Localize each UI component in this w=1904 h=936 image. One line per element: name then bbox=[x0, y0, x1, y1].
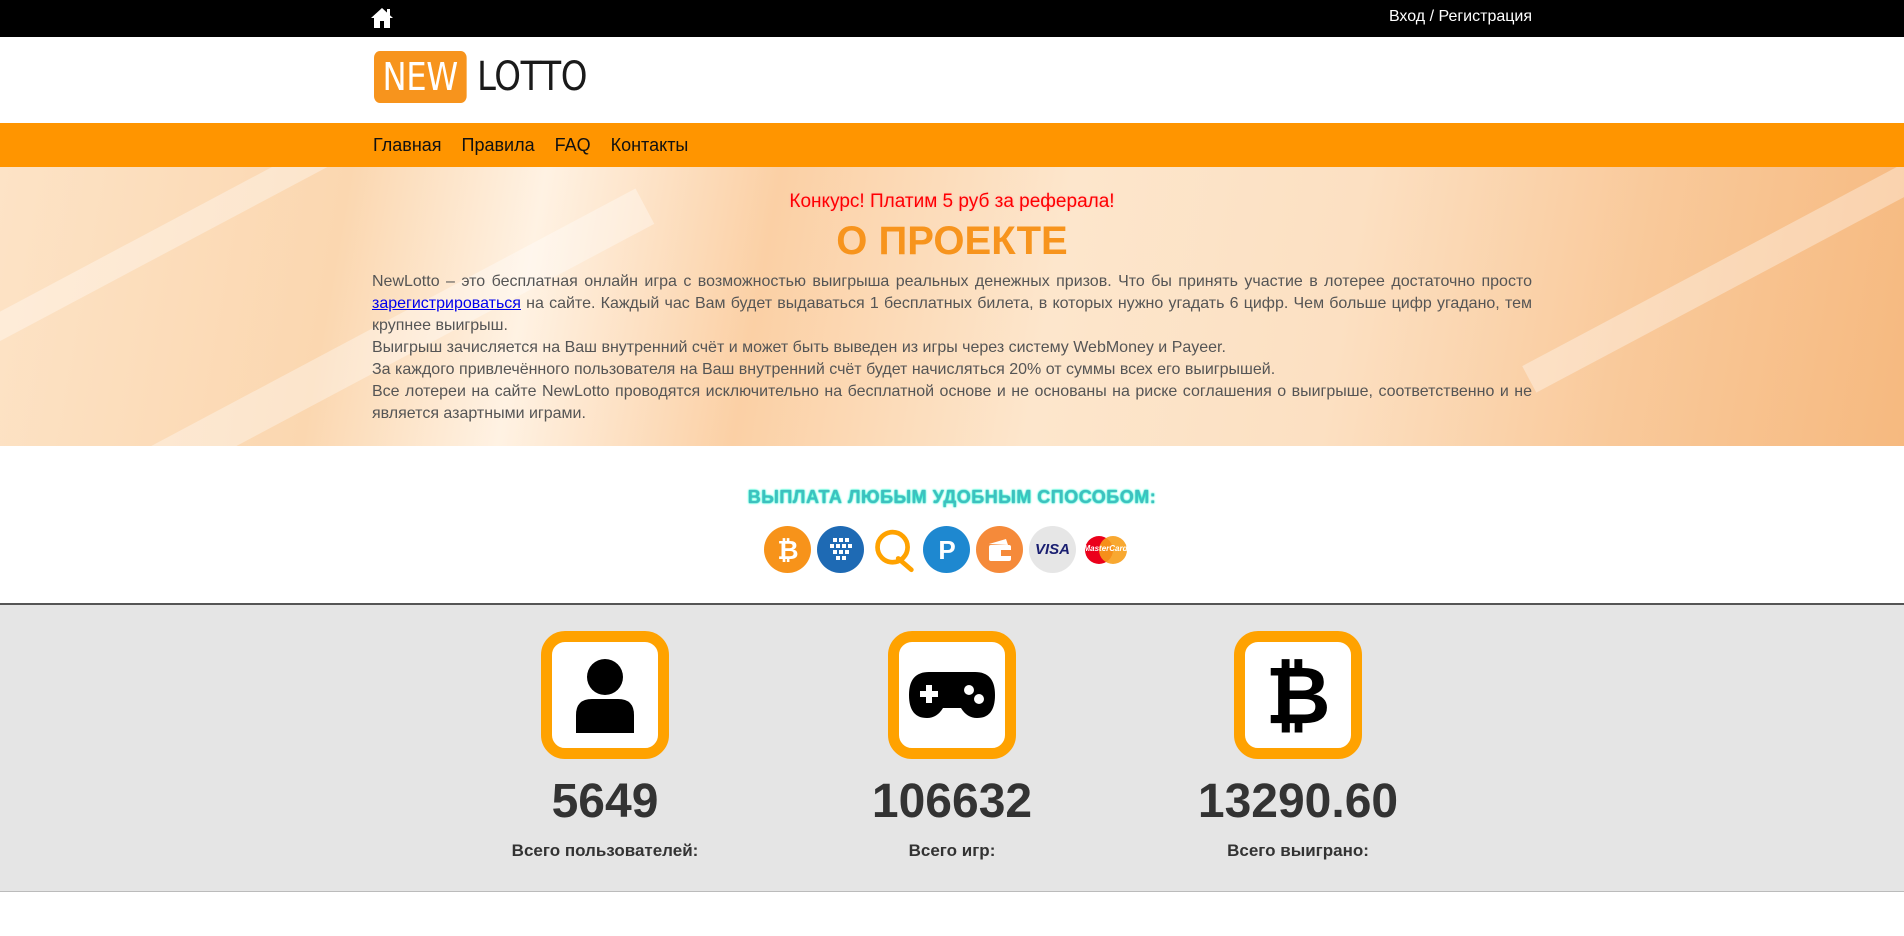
logo-new: NEW bbox=[374, 51, 467, 103]
about-text: NewLotto – это бесплатная онлайн игра с … bbox=[372, 271, 1532, 425]
about-paragraph-4: Все лотереи на сайте NewLotto проводятся… bbox=[372, 383, 1532, 422]
nav-item-faq[interactable]: FAQ bbox=[555, 135, 591, 155]
svg-text:₿: ₿ bbox=[777, 536, 798, 565]
webmoney-icon bbox=[817, 526, 864, 573]
payout-title: ВЫПЛАТА ЛЮБЫМ УДОБНЫМ СПОСОБОМ: bbox=[747, 487, 1157, 507]
about-paragraph-2: Выигрыш зачисляется на Ваш внутренний сч… bbox=[372, 339, 1226, 356]
promo-text: Конкурс! Платим 5 руб за реферала! bbox=[789, 191, 1115, 212]
stat-games: 106632 Всего игр: bbox=[832, 631, 1072, 861]
payeer-icon: P bbox=[923, 526, 970, 573]
register-link[interactable]: зарегистрироваться bbox=[372, 295, 521, 312]
about-title: О ПРОЕКТЕ bbox=[836, 219, 1068, 263]
stat-users-value: 5649 bbox=[551, 775, 659, 828]
logo[interactable]: NEW LOTTO bbox=[374, 51, 606, 103]
payout-section: ВЫПЛАТА ЛЮБЫМ УДОБНЫМ СПОСОБОМ: ₿ P VISA… bbox=[0, 446, 1904, 604]
gamepad-icon bbox=[909, 672, 995, 718]
stat-users: 5649 Всего пользователей: bbox=[485, 631, 725, 861]
svg-text:₿: ₿ bbox=[1266, 653, 1330, 737]
mastercard-icon: MasterCard bbox=[1082, 526, 1129, 573]
stat-users-label: Всего пользователей: bbox=[511, 841, 699, 860]
stat-games-box bbox=[888, 631, 1016, 759]
about-paragraph-3: За каждого привлечённого пользователя на… bbox=[372, 361, 1276, 378]
yandex-money-icon bbox=[976, 526, 1023, 573]
user-icon bbox=[576, 659, 634, 733]
stat-games-value: 106632 bbox=[871, 775, 1033, 828]
stat-winnings-box: ₿ bbox=[1234, 631, 1362, 759]
logo-lotto: LOTTO bbox=[476, 54, 587, 100]
nav-item-rules[interactable]: Правила bbox=[462, 135, 535, 155]
payment-methods: ₿ P VISA MasterCard bbox=[764, 526, 1129, 573]
about-section: Конкурс! Платим 5 руб за реферала! О ПРО… bbox=[0, 167, 1904, 446]
stats-section: 5649 Всего пользователей: 106632 Всего и… bbox=[0, 605, 1904, 891]
visa-icon: VISA bbox=[1029, 526, 1076, 573]
bitcoin-icon: ₿ bbox=[1266, 653, 1330, 737]
header: NEW LOTTO bbox=[0, 37, 1904, 123]
svg-text:P: P bbox=[938, 535, 955, 565]
main-nav: Главная Правила FAQ Контакты bbox=[0, 123, 1904, 167]
stat-winnings-label: Всего выиграно: bbox=[1227, 841, 1369, 860]
bitcoin-icon: ₿ bbox=[764, 526, 811, 573]
about-paragraph-1: NewLotto – это бесплатная онлайн игра с … bbox=[372, 273, 1532, 334]
stat-winnings-value: 13290.60 bbox=[1197, 775, 1399, 828]
top-bar: Вход / Регистрация bbox=[0, 0, 1904, 37]
nav-item-contacts[interactable]: Контакты bbox=[611, 135, 689, 155]
qiwi-icon bbox=[870, 526, 917, 573]
stat-games-label: Всего игр: bbox=[908, 841, 996, 860]
nav-item-home[interactable]: Главная bbox=[373, 135, 442, 155]
stat-users-box bbox=[541, 631, 669, 759]
home-icon[interactable] bbox=[370, 7, 394, 29]
stat-winnings: ₿ 13290.60 Всего выиграно: bbox=[1178, 631, 1418, 861]
stats-divider-bottom bbox=[0, 891, 1904, 892]
login-register-link[interactable]: Вход / Регистрация bbox=[1389, 8, 1532, 26]
